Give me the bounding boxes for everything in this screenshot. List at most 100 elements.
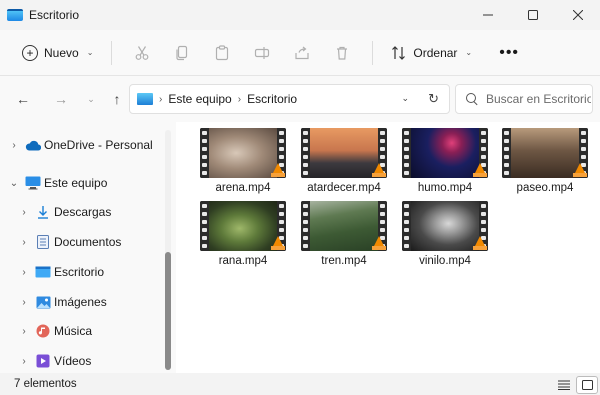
- minimize-button[interactable]: [465, 0, 510, 30]
- pc-icon: [25, 176, 41, 190]
- separator: [111, 40, 113, 65]
- music-icon: [35, 324, 51, 338]
- share-button[interactable]: [286, 37, 318, 69]
- file-item-paseo[interactable]: paseo.mp4: [498, 128, 592, 200]
- file-name: rana.mp4: [218, 255, 268, 267]
- sidebar-item-videos[interactable]: › Vídeos: [18, 347, 176, 373]
- breadcrumb-escritorio[interactable]: Escritorio: [247, 92, 297, 106]
- chevron-right-icon[interactable]: ›: [8, 140, 20, 151]
- sidebar-item-escritorio[interactable]: › Escritorio: [18, 258, 176, 286]
- sidebar-item-label: OneDrive - Personal: [44, 138, 153, 152]
- more-icon: •••: [499, 43, 520, 61]
- vlc-icon: [573, 163, 587, 177]
- maximize-button[interactable]: [510, 0, 555, 30]
- sidebar-item-label: Música: [54, 324, 93, 338]
- title-bar: Escritorio: [0, 0, 600, 30]
- sort-button[interactable]: Ordenar ⌄: [385, 37, 478, 69]
- sort-icon: [392, 45, 406, 60]
- refresh-icon[interactable]: ↻: [428, 91, 439, 107]
- plus-icon: +: [22, 44, 38, 61]
- file-item-humo[interactable]: humo.mp4: [398, 128, 492, 200]
- vlc-icon: [271, 163, 285, 177]
- new-button-label: Nuevo: [44, 45, 79, 60]
- chevron-right-icon[interactable]: ›: [18, 267, 30, 278]
- chevron-down-icon: ⌄: [87, 93, 95, 104]
- chevron-right-icon[interactable]: ›: [18, 356, 30, 367]
- file-list: arena.mp4 atardecer.mp4 humo.mp4 paseo.m…: [176, 122, 600, 373]
- rename-button[interactable]: [246, 37, 278, 69]
- arrow-right-icon: →: [54, 91, 68, 107]
- status-bar: 7 elementos: [0, 373, 600, 395]
- sidebar-item-imagenes[interactable]: › Imágenes: [18, 288, 176, 316]
- videos-icon: [35, 354, 51, 368]
- chevron-right-icon[interactable]: ›: [18, 326, 30, 337]
- paste-icon: [216, 44, 229, 60]
- paste-button[interactable]: [206, 37, 238, 69]
- documents-icon: [35, 235, 51, 249]
- details-view-button[interactable]: [553, 376, 575, 394]
- navigation-pane: › OneDrive - Personal ⌄ Este equipo › De…: [0, 122, 176, 373]
- file-name: vinilo.mp4: [419, 255, 471, 267]
- file-name: atardecer.mp4: [307, 182, 381, 194]
- sort-button-label: Ordenar: [413, 45, 458, 60]
- search-input[interactable]: [486, 92, 591, 106]
- maximize-icon: [527, 10, 538, 20]
- video-thumbnail: [301, 128, 387, 178]
- chevron-down-icon[interactable]: ⌄: [8, 178, 20, 189]
- search-icon: [466, 93, 478, 105]
- folder-icon: [7, 9, 23, 21]
- window-title: Escritorio: [29, 8, 80, 22]
- file-name: arena.mp4: [215, 182, 271, 194]
- sidebar-item-descargas[interactable]: › Descargas: [18, 198, 176, 226]
- breadcrumb-separator-icon: ›: [159, 93, 163, 105]
- chevron-down-icon: ⌄: [86, 48, 94, 57]
- file-item-vinilo[interactable]: vinilo.mp4: [398, 201, 492, 273]
- delete-icon: [337, 46, 348, 60]
- chevron-right-icon[interactable]: ›: [18, 237, 30, 248]
- sidebar-scrollbar-thumb[interactable]: [165, 252, 171, 370]
- sidebar-item-onedrive[interactable]: › OneDrive - Personal: [8, 131, 168, 159]
- arrow-left-icon: ←: [16, 91, 30, 107]
- sidebar-item-label: Descargas: [54, 205, 112, 219]
- desktop-icon: [35, 265, 51, 279]
- share-icon: [295, 46, 309, 59]
- sidebar-item-label: Vídeos: [54, 354, 92, 368]
- sidebar-item-label: Imágenes: [54, 295, 107, 309]
- close-button[interactable]: [555, 0, 600, 30]
- sidebar-item-este-equipo[interactable]: ⌄ Este equipo: [8, 169, 168, 197]
- more-options-button[interactable]: •••: [492, 37, 526, 69]
- address-bar[interactable]: › Este equipo › Escritorio ⌄ ↻: [129, 84, 450, 114]
- delete-button[interactable]: [326, 37, 358, 69]
- copy-button[interactable]: [166, 37, 198, 69]
- chevron-right-icon[interactable]: ›: [18, 297, 30, 308]
- video-thumbnail: [502, 128, 588, 178]
- video-thumbnail: [402, 201, 488, 251]
- forward-button[interactable]: →: [46, 84, 76, 114]
- cut-button[interactable]: [126, 37, 158, 69]
- new-button[interactable]: + Nuevo ⌄: [14, 37, 101, 69]
- file-name: tren.mp4: [321, 255, 367, 267]
- video-thumbnail: [200, 128, 286, 178]
- file-item-atardecer[interactable]: atardecer.mp4: [297, 128, 391, 200]
- sidebar-item-documentos[interactable]: › Documentos: [18, 228, 176, 256]
- sidebar-item-musica[interactable]: › Música: [18, 317, 176, 345]
- breadcrumb-este-equipo[interactable]: Este equipo: [168, 92, 231, 106]
- back-button[interactable]: ←: [8, 84, 38, 114]
- file-item-rana[interactable]: rana.mp4: [196, 201, 290, 273]
- vlc-icon: [473, 163, 487, 177]
- up-button[interactable]: ↑: [102, 84, 132, 114]
- search-box[interactable]: [455, 84, 593, 114]
- tiles-view-button[interactable]: [576, 376, 598, 394]
- cut-icon: [135, 45, 149, 60]
- file-item-arena[interactable]: arena.mp4: [196, 128, 290, 200]
- address-history-button[interactable]: ⌄: [401, 93, 409, 104]
- file-item-tren[interactable]: tren.mp4: [297, 201, 391, 273]
- copy-icon: [176, 45, 188, 60]
- sidebar-item-label: Escritorio: [54, 265, 105, 279]
- chevron-right-icon[interactable]: ›: [18, 207, 30, 218]
- item-count: 7 elementos: [14, 378, 77, 390]
- cloud-icon: [25, 138, 41, 152]
- vlc-icon: [372, 236, 386, 250]
- video-thumbnail: [301, 201, 387, 251]
- breadcrumb-separator-icon: ›: [237, 93, 242, 105]
